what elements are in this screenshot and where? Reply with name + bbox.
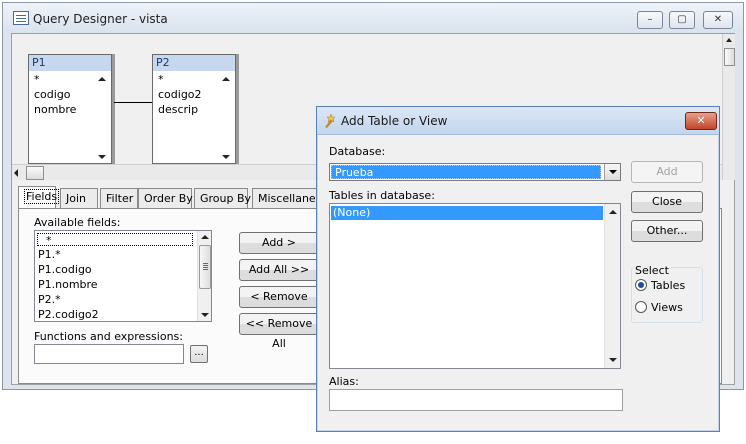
scroll-thumb[interactable] — [199, 245, 211, 289]
database-select[interactable]: Prueba — [329, 163, 621, 181]
chevron-down-icon[interactable] — [604, 164, 620, 180]
wizard-icon — [325, 113, 336, 128]
query-designer-icon — [13, 11, 29, 25]
scroll-down-icon[interactable] — [201, 313, 209, 317]
diagram-vertical-scrollbar[interactable] — [722, 34, 735, 180]
available-fields-list[interactable]: * P1.* P1.codigo P1.nombre P2.* P2.codig… — [34, 230, 212, 322]
maximize-button[interactable]: ▢ — [669, 11, 695, 29]
list-item[interactable]: (None) — [331, 206, 603, 220]
tab-label: Fields — [24, 189, 60, 204]
list-item[interactable]: P2.codigo2 — [38, 308, 99, 321]
scroll-down-icon[interactable] — [98, 155, 106, 159]
window-title: Query Designer - vista — [33, 12, 168, 26]
other-button[interactable]: Other... — [631, 220, 703, 242]
join-connector-line — [114, 102, 152, 103]
table-header-p2[interactable]: P2 — [153, 55, 235, 71]
tab-order-by[interactable]: Order By — [138, 188, 193, 208]
add-field-button[interactable]: Add > — [239, 232, 319, 254]
tab-group-by[interactable]: Group By — [194, 188, 251, 208]
tables-list-scrollbar[interactable] — [604, 204, 620, 368]
minimize-button[interactable]: – — [637, 11, 663, 29]
add-table-button[interactable]: Add — [631, 161, 703, 183]
fields-list-scrollbar[interactable] — [197, 231, 211, 321]
list-item[interactable]: P1.codigo — [38, 263, 92, 276]
views-radio-label[interactable]: Views — [651, 301, 683, 314]
tab-fields[interactable]: Fields — [18, 186, 60, 208]
scroll-up-icon[interactable] — [609, 210, 617, 214]
scroll-up-icon[interactable] — [222, 77, 230, 81]
table-scrollbar[interactable] — [95, 73, 109, 163]
tables-radio-label[interactable]: Tables — [651, 279, 685, 292]
select-group-label: Select — [633, 264, 671, 277]
close-button[interactable]: Close — [631, 191, 703, 213]
list-item[interactable]: P1.* — [38, 248, 61, 261]
scroll-up-icon[interactable] — [726, 38, 732, 42]
table-field[interactable]: * — [158, 73, 164, 86]
table-field[interactable]: codigo — [34, 88, 71, 101]
scroll-up-icon[interactable] — [98, 77, 106, 81]
table-scrollbar[interactable] — [219, 73, 233, 163]
scroll-up-icon[interactable] — [201, 235, 209, 239]
tab-join[interactable]: Join — [60, 188, 98, 208]
list-item[interactable]: P2.* — [38, 293, 61, 306]
functions-expression-input[interactable] — [34, 344, 184, 364]
scroll-left-icon[interactable] — [14, 169, 18, 177]
table-field[interactable]: * — [34, 73, 40, 86]
add-table-dialog: Add Table or View ✕ Database: Prueba Tab… — [316, 106, 720, 432]
dialog-title: Add Table or View — [341, 114, 448, 128]
table-field[interactable]: descrip — [158, 103, 198, 116]
remove-field-button[interactable]: < Remove — [239, 286, 319, 308]
title-bar[interactable]: Query Designer - vista – ▢ ✕ — [3, 3, 743, 33]
list-item[interactable]: * — [37, 233, 193, 247]
scroll-thumb[interactable] — [26, 166, 44, 180]
scroll-down-icon[interactable] — [222, 155, 230, 159]
tables-label: Tables in database: — [329, 189, 435, 202]
available-fields-label-text: Available fields: — [34, 216, 121, 229]
remove-all-fields-button[interactable]: << Remove All — [239, 313, 319, 350]
dialog-title-bar[interactable]: Add Table or View ✕ — [317, 107, 719, 135]
close-window-button[interactable]: ✕ — [703, 11, 733, 29]
dialog-close-button[interactable]: ✕ — [685, 112, 717, 130]
list-item[interactable]: P1.nombre — [38, 278, 98, 291]
alias-label: Alias: — [329, 375, 359, 388]
database-label: Database: — [329, 145, 386, 158]
expression-builder-button[interactable]: ... — [190, 345, 208, 363]
table-box-p1[interactable]: P1 * codigo nombre — [28, 54, 112, 164]
add-all-fields-button[interactable]: Add All >> — [239, 259, 319, 281]
functions-label: Functions and expressions: — [34, 330, 183, 343]
tab-filter[interactable]: Filter — [100, 188, 138, 208]
views-radio[interactable] — [635, 301, 647, 313]
database-selected-value[interactable]: Prueba — [331, 165, 601, 179]
table-header-p1[interactable]: P1 — [29, 55, 111, 71]
available-fields-label: Available fields: — [34, 216, 120, 229]
tables-radio[interactable] — [635, 279, 647, 291]
scroll-thumb[interactable] — [724, 48, 735, 66]
tables-list[interactable]: (None) — [329, 203, 621, 369]
table-field[interactable]: nombre — [34, 103, 76, 116]
alias-input[interactable] — [329, 389, 623, 411]
scroll-down-icon[interactable] — [609, 358, 617, 362]
table-box-p2[interactable]: P2 * codigo2 descrip — [152, 54, 236, 164]
table-field[interactable]: codigo2 — [158, 88, 202, 101]
